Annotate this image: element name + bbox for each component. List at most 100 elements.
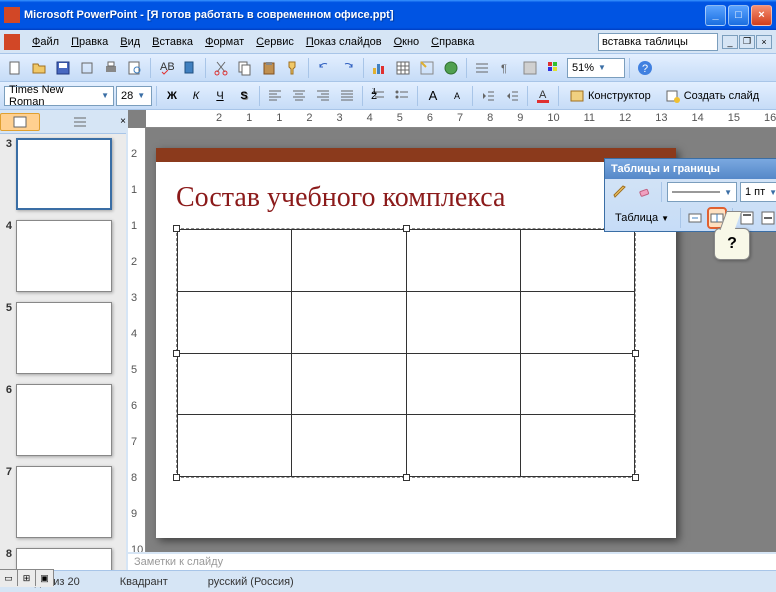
mdi-restore-button[interactable]: ❐ (739, 35, 755, 49)
mdi-close-button[interactable]: × (756, 35, 772, 49)
menu-help[interactable]: Справка (425, 34, 480, 50)
merge-cells-icon[interactable] (686, 207, 704, 229)
new-icon[interactable] (4, 57, 26, 79)
bold-icon[interactable]: Ж (161, 85, 183, 107)
italic-icon[interactable]: К (185, 85, 207, 107)
notes-pane[interactable]: Заметки к слайду (128, 552, 776, 570)
menu-insert[interactable]: Вставка (146, 34, 199, 50)
menu-window[interactable]: Окно (388, 34, 426, 50)
thumbnail-slide-4[interactable]: 4 (2, 220, 124, 292)
thumbnail-list: 3456789 (0, 134, 126, 570)
draw-table-icon[interactable] (609, 181, 631, 203)
statusbar: Слайд 3 из 20 Квадрант русский (Россия) (0, 570, 776, 592)
svg-text:¶: ¶ (501, 63, 507, 75)
insert-chart-icon[interactable] (368, 57, 390, 79)
eraser-icon[interactable] (634, 181, 656, 203)
decrease-indent-icon[interactable] (477, 85, 499, 107)
callout-help: ? (714, 228, 750, 260)
thumbnail-slide-8[interactable]: 8 (2, 548, 124, 570)
redo-icon[interactable] (337, 57, 359, 79)
show-grid-icon[interactable] (519, 57, 541, 79)
paste-icon[interactable] (258, 57, 280, 79)
status-language: русский (Россия) (208, 576, 294, 588)
normal-view-button[interactable]: ▭ (0, 570, 18, 586)
sorter-view-button[interactable]: ⊞ (18, 570, 36, 586)
zoom-combo[interactable]: 51%▼ (567, 58, 625, 78)
increase-indent-icon[interactable] (501, 85, 523, 107)
outline-tab[interactable] (60, 113, 100, 131)
status-layout: Квадрант (120, 576, 168, 588)
table-menu-button[interactable]: Таблица ▼ (609, 207, 675, 229)
help-search-input[interactable] (598, 33, 718, 51)
border-weight-combo[interactable]: 1 пт▼ (740, 182, 776, 202)
mdi-minimize-button[interactable]: _ (722, 35, 738, 49)
minimize-button[interactable]: _ (705, 5, 726, 26)
menu-view[interactable]: Вид (114, 34, 146, 50)
save-icon[interactable] (52, 57, 74, 79)
format-painter-icon[interactable] (282, 57, 304, 79)
menu-file[interactable]: Файл (26, 34, 65, 50)
design-button[interactable]: Конструктор (563, 85, 657, 107)
tables-borders-toolbar[interactable]: Таблицы и границы ▼ × ▼ 1 пт▼ Таблица ▼ (604, 158, 776, 232)
menu-format[interactable]: Формат (199, 34, 250, 50)
align-center-icon[interactable] (288, 85, 310, 107)
thumbnail-slide-7[interactable]: 7 (2, 466, 124, 538)
expand-all-icon[interactable] (471, 57, 493, 79)
menu-slideshow[interactable]: Показ слайдов (300, 34, 388, 50)
align-middle-icon[interactable] (759, 207, 776, 229)
show-formatting-icon[interactable]: ¶ (495, 57, 517, 79)
research-icon[interactable] (179, 57, 201, 79)
copy-icon[interactable] (234, 57, 256, 79)
font-combo[interactable]: Times New Roman▼ (4, 86, 114, 106)
maximize-button[interactable]: □ (728, 5, 749, 26)
slide-canvas[interactable]: Состав учебного комплекса (156, 148, 676, 538)
permission-icon[interactable] (76, 57, 98, 79)
close-button[interactable]: × (751, 5, 772, 26)
tables-borders-icon[interactable] (416, 57, 438, 79)
standard-toolbar: ABC ¶ 51%▼ ? (0, 54, 776, 82)
underline-icon[interactable]: Ч (209, 85, 231, 107)
font-size-combo[interactable]: 28▼ (116, 86, 152, 106)
float-titlebar[interactable]: Таблицы и границы ▼ × (605, 159, 776, 179)
svg-text:A: A (539, 89, 547, 101)
slide-title[interactable]: Состав учебного комплекса (176, 182, 656, 214)
new-slide-button[interactable]: Создать слайд (659, 85, 765, 107)
ruler-horizontal: 211234567891011121314151617181920212223 (146, 110, 776, 128)
slideshow-view-button[interactable]: ▣ (36, 570, 54, 586)
svg-text:?: ? (642, 63, 648, 75)
formatting-toolbar: Times New Roman▼ 28▼ Ж К Ч S 12 A A A Ко… (0, 82, 776, 110)
border-style-combo[interactable]: ▼ (667, 182, 737, 202)
preview-icon[interactable] (124, 57, 146, 79)
bullets-icon[interactable] (391, 85, 413, 107)
increase-font-icon[interactable]: A (422, 85, 444, 107)
thumbnails-tab[interactable] (0, 113, 40, 131)
thumbnail-slide-5[interactable]: 5 (2, 302, 124, 374)
window-title: Microsoft PowerPoint - [Я готов работать… (24, 9, 705, 21)
distributed-icon[interactable] (336, 85, 358, 107)
close-panel-icon[interactable]: × (120, 116, 126, 127)
align-left-icon[interactable] (264, 85, 286, 107)
help-icon[interactable]: ? (634, 57, 656, 79)
undo-icon[interactable] (313, 57, 335, 79)
insert-hyperlink-icon[interactable] (440, 57, 462, 79)
print-icon[interactable] (100, 57, 122, 79)
align-right-icon[interactable] (312, 85, 334, 107)
menu-tools[interactable]: Сервис (250, 34, 300, 50)
color-icon[interactable] (543, 57, 565, 79)
ruler-vertical: 21123456789101112131415 (128, 128, 146, 552)
titlebar: Microsoft PowerPoint - [Я готов работать… (0, 0, 776, 30)
open-icon[interactable] (28, 57, 50, 79)
decrease-font-icon[interactable]: A (446, 85, 468, 107)
table-object[interactable] (176, 228, 636, 478)
insert-table-icon[interactable] (392, 57, 414, 79)
shadow-icon[interactable]: S (233, 85, 255, 107)
cut-icon[interactable] (210, 57, 232, 79)
menubar: Файл Правка Вид Вставка Формат Сервис По… (0, 30, 776, 54)
thumbnail-slide-3[interactable]: 3 (2, 138, 124, 210)
menu-edit[interactable]: Правка (65, 34, 114, 50)
numbering-icon[interactable]: 12 (367, 85, 389, 107)
thumbnail-panel: × 3456789 ▭ ⊞ ▣ (0, 110, 128, 570)
thumbnail-slide-6[interactable]: 6 (2, 384, 124, 456)
font-color-icon[interactable]: A (532, 85, 554, 107)
spelling-icon[interactable]: ABC (155, 57, 177, 79)
